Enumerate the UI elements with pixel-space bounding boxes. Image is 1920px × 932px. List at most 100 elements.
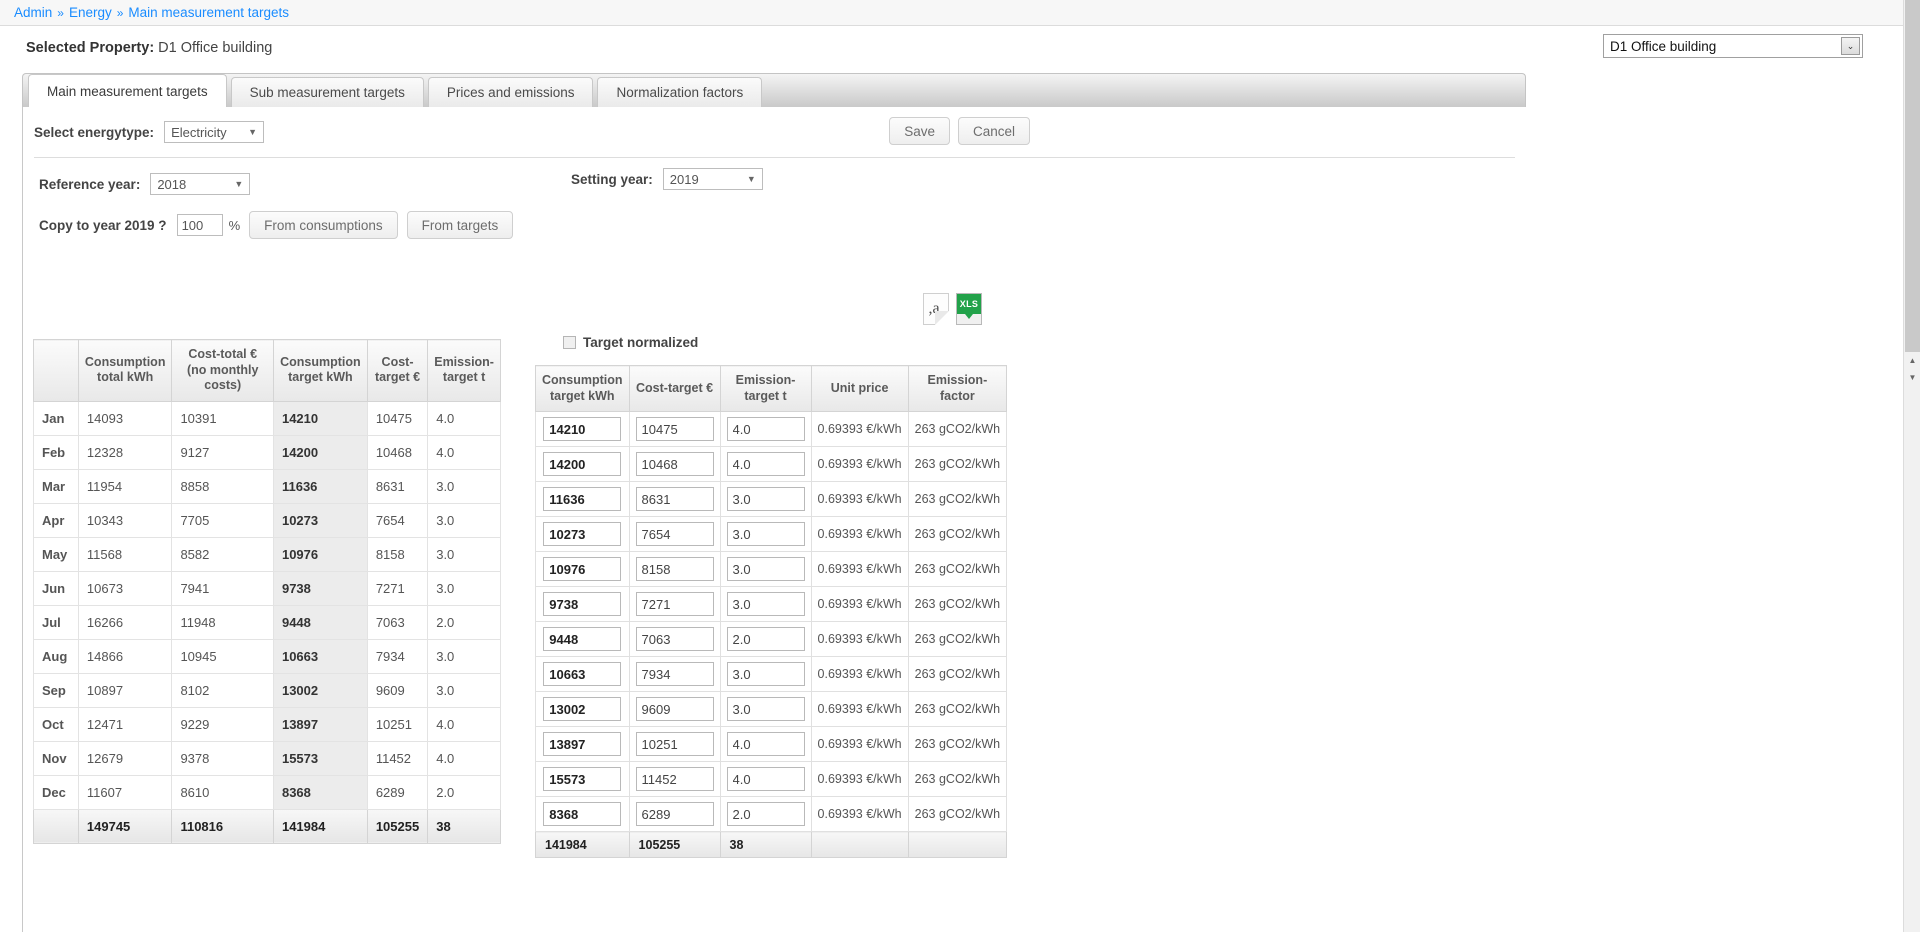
breadcrumb-item-main-measurement-targets[interactable]: Main measurement targets bbox=[128, 5, 289, 20]
setting-year-value: 2019 bbox=[669, 171, 699, 187]
property-select[interactable]: D1 Office building ⌄ bbox=[1603, 34, 1863, 58]
targets-consumption-target-input[interactable] bbox=[543, 557, 622, 582]
reference-cell-month: Jul bbox=[33, 604, 79, 640]
reference-cell-cost-target: 7654 bbox=[366, 502, 429, 538]
targets-emission-target-input[interactable] bbox=[726, 522, 805, 547]
targets-total-cost-target: 105255 bbox=[628, 831, 721, 859]
reference-cell-emission-target: 4.0 bbox=[427, 434, 501, 470]
targets-cell bbox=[535, 481, 630, 518]
targets-cost-target-input[interactable] bbox=[635, 557, 714, 582]
reference-cell-consumption-target: 9448 bbox=[272, 604, 368, 640]
targets-emission-target-input[interactable] bbox=[726, 592, 805, 617]
targets-emission-target-input[interactable] bbox=[726, 732, 805, 757]
targets-emission-target-input[interactable] bbox=[726, 487, 805, 512]
save-button[interactable]: Save bbox=[889, 117, 950, 145]
page-scrollbar[interactable]: ▲ ▼ bbox=[1903, 0, 1920, 932]
reference-cell-month: Aug bbox=[33, 638, 79, 674]
reference-cell-month: Apr bbox=[33, 502, 79, 538]
target-normalized-checkbox[interactable] bbox=[563, 336, 576, 349]
targets-cost-target-input[interactable] bbox=[635, 522, 714, 547]
tab-sub-measurement-targets[interactable]: Sub measurement targets bbox=[230, 77, 424, 107]
reference-total-emission-target: 38 bbox=[427, 808, 501, 844]
targets-consumption-target-input[interactable] bbox=[543, 522, 622, 547]
targets-header-emission-factor: Emission-factor bbox=[907, 364, 1008, 413]
targets-cost-target-input[interactable] bbox=[635, 627, 714, 652]
targets-consumption-target-input[interactable] bbox=[543, 802, 622, 827]
reference-cell-consumption-total: 16266 bbox=[77, 604, 173, 640]
reference-cell-cost-total: 10391 bbox=[171, 400, 274, 436]
reference-year-select[interactable]: 2018 ▼ bbox=[150, 173, 251, 195]
targets-emission-target-input[interactable] bbox=[726, 802, 805, 827]
targets-emission-target-input[interactable] bbox=[726, 697, 805, 722]
tab-prices-and-emissions[interactable]: Prices and emissions bbox=[427, 77, 594, 107]
reference-cell-consumption-target: 10663 bbox=[272, 638, 368, 674]
reference-cell-cost-target: 7271 bbox=[366, 570, 429, 606]
scroll-down-arrow-icon[interactable]: ▼ bbox=[1904, 369, 1920, 386]
targets-emission-target-input[interactable] bbox=[726, 557, 805, 582]
cancel-button[interactable]: Cancel bbox=[957, 117, 1030, 145]
reference-cell-cost-target: 7934 bbox=[366, 638, 429, 674]
scroll-up-arrow-icon[interactable]: ▲ bbox=[1904, 352, 1920, 369]
targets-cell bbox=[628, 516, 721, 553]
targets-consumption-target-input[interactable] bbox=[543, 767, 622, 792]
table-row: 0.69393 €/kWh263 gCO2/kWh bbox=[535, 621, 1008, 658]
targets-cost-target-input[interactable] bbox=[635, 802, 714, 827]
energytype-select[interactable]: Electricity ▼ bbox=[164, 121, 265, 143]
copy-percent-input[interactable] bbox=[176, 214, 223, 236]
targets-consumption-target-input[interactable] bbox=[543, 592, 622, 617]
chevron-down-icon[interactable]: ⌄ bbox=[1841, 37, 1860, 55]
breadcrumb-item-energy[interactable]: Energy bbox=[69, 5, 112, 20]
targets-cost-target-input[interactable] bbox=[635, 697, 714, 722]
reference-cell-consumption-total: 10673 bbox=[77, 570, 173, 606]
xls-export-icon[interactable]: XLS bbox=[956, 293, 982, 325]
targets-consumption-target-input[interactable] bbox=[543, 697, 622, 722]
targets-cost-target-input[interactable] bbox=[635, 417, 714, 442]
years-row: Reference year: 2018 ▼ Setting year: 201… bbox=[23, 168, 1526, 200]
targets-consumption-target-input[interactable] bbox=[543, 662, 622, 687]
reference-cell-month: Jun bbox=[33, 570, 79, 606]
targets-emission-target-input[interactable] bbox=[726, 417, 805, 442]
targets-cost-target-input[interactable] bbox=[635, 592, 714, 617]
targets-cell bbox=[719, 481, 812, 518]
reference-header-consumption-target: Consumption target kWh bbox=[272, 339, 368, 402]
targets-emission-target-input[interactable] bbox=[726, 662, 805, 687]
targets-consumption-target-input[interactable] bbox=[543, 452, 622, 477]
targets-emission-target-input[interactable] bbox=[726, 627, 805, 652]
table-row: 0.69393 €/kWh263 gCO2/kWh bbox=[535, 656, 1008, 693]
breadcrumb-item-admin[interactable]: Admin bbox=[14, 5, 52, 20]
table-row: 0.69393 €/kWh263 gCO2/kWh bbox=[535, 446, 1008, 483]
from-consumptions-button[interactable]: From consumptions bbox=[249, 211, 398, 239]
targets-emission-target-input[interactable] bbox=[726, 767, 805, 792]
targets-cost-target-input[interactable] bbox=[635, 487, 714, 512]
copy-to-year-label: Copy to year 2019 ? bbox=[39, 217, 167, 233]
tab-normalization-factors[interactable]: Normalization factors bbox=[597, 77, 763, 107]
targets-emission-target-input[interactable] bbox=[726, 452, 805, 477]
setting-year-group: Setting year: 2019 ▼ bbox=[571, 168, 763, 190]
scrollbar-thumb[interactable] bbox=[1905, 0, 1920, 352]
targets-cell-emission-factor: 263 gCO2/kWh bbox=[907, 586, 1008, 623]
targets-consumption-target-input[interactable] bbox=[543, 732, 622, 757]
targets-cost-target-input[interactable] bbox=[635, 452, 714, 477]
targets-cell bbox=[719, 796, 812, 833]
targets-cell bbox=[535, 796, 630, 833]
targets-header-cost-target: Cost-target € bbox=[628, 364, 721, 413]
targets-total-emission-target: 38 bbox=[719, 831, 812, 859]
reference-cell-consumption-total: 12471 bbox=[77, 706, 173, 742]
targets-cell-emission-factor: 263 gCO2/kWh bbox=[907, 481, 1008, 518]
targets-consumption-target-input[interactable] bbox=[543, 417, 622, 442]
reference-cell-cost-target: 8158 bbox=[366, 536, 429, 572]
csv-export-icon[interactable]: ,a, bbox=[923, 293, 949, 325]
reference-cell-cost-target: 8631 bbox=[366, 468, 429, 504]
from-targets-button[interactable]: From targets bbox=[406, 211, 514, 239]
xls-icon-label: XLS bbox=[957, 294, 981, 314]
target-normalized-group[interactable]: Target normalized bbox=[563, 335, 698, 350]
tab-main-measurement-targets[interactable]: Main measurement targets bbox=[28, 74, 227, 107]
reference-cell-month: May bbox=[33, 536, 79, 572]
targets-consumption-target-input[interactable] bbox=[543, 627, 622, 652]
targets-cost-target-input[interactable] bbox=[635, 732, 714, 757]
table-row: 0.69393 €/kWh263 gCO2/kWh bbox=[535, 481, 1008, 518]
targets-consumption-target-input[interactable] bbox=[543, 487, 622, 512]
setting-year-select[interactable]: 2019 ▼ bbox=[662, 168, 763, 190]
targets-cost-target-input[interactable] bbox=[635, 662, 714, 687]
targets-cost-target-input[interactable] bbox=[635, 767, 714, 792]
